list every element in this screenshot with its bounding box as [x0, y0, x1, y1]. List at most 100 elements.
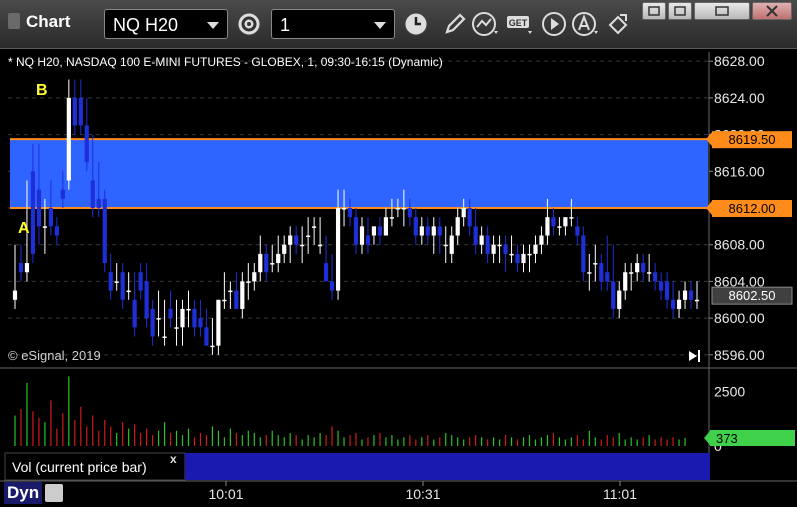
candle-body — [587, 272, 592, 274]
draw-button[interactable] — [440, 9, 470, 39]
volume-tick-label: 2500 — [714, 384, 745, 400]
candle-body — [641, 263, 646, 273]
candle-body — [12, 290, 18, 300]
chart-grid — [8, 52, 710, 480]
play-button[interactable] — [539, 9, 569, 39]
candle-body — [545, 217, 550, 236]
candle — [443, 226, 448, 264]
price-tick-label: 8628.00 — [714, 53, 765, 69]
candle — [682, 281, 688, 309]
move-button[interactable] — [605, 9, 635, 39]
candle — [78, 79, 83, 135]
candle-body — [180, 308, 185, 328]
candle — [670, 281, 676, 319]
volume-study-label[interactable]: Vol (current price bar) — [12, 459, 147, 475]
volume-current-label: 373 — [716, 431, 738, 446]
candle — [276, 235, 281, 273]
candle-body — [36, 189, 42, 227]
candle — [264, 244, 269, 282]
price-chart[interactable]: * NQ H20, NASDAQ 100 E-MINI FUTURES - GL… — [0, 48, 797, 507]
maximize-button[interactable] — [694, 2, 750, 20]
candle — [641, 253, 646, 282]
candle — [473, 208, 478, 254]
candle — [413, 208, 418, 245]
price-tick-label: 8596.00 — [714, 347, 765, 363]
candle-body — [347, 208, 353, 218]
candle-body — [395, 208, 400, 210]
chart-toolbar: Chart NQ H20 1 GET — [0, 0, 797, 49]
candle-body — [581, 235, 586, 273]
scroll-end-icon[interactable] — [689, 350, 700, 362]
candle — [12, 244, 18, 309]
candle — [676, 290, 682, 319]
gear-icon — [237, 12, 261, 36]
volume-series — [14, 376, 686, 446]
candle — [234, 272, 239, 309]
get-button[interactable]: GET — [506, 9, 536, 39]
candle — [605, 235, 610, 291]
zone-price-label: 8612.00 — [729, 201, 776, 216]
candle — [575, 217, 580, 245]
gear-button[interactable] — [234, 9, 264, 39]
candle-body — [306, 235, 311, 238]
candle — [192, 299, 197, 337]
lock-icon[interactable] — [45, 484, 63, 502]
candle — [371, 226, 377, 245]
candle-body — [611, 281, 616, 309]
restore-button[interactable] — [642, 2, 666, 20]
candle — [449, 226, 454, 264]
candle — [479, 226, 484, 254]
candle-body — [18, 263, 24, 273]
candle-body — [192, 308, 197, 328]
candle-body — [653, 272, 658, 282]
candle — [108, 253, 113, 300]
candle — [497, 235, 502, 264]
candle — [66, 79, 71, 190]
candle — [635, 253, 640, 282]
alert-button[interactable] — [572, 9, 602, 39]
candle-body — [479, 235, 484, 245]
candle-body — [665, 281, 670, 300]
candle — [599, 253, 604, 291]
candle — [539, 226, 544, 254]
price-tick-label: 8608.00 — [714, 237, 765, 253]
candle-body — [216, 299, 221, 346]
candle — [557, 217, 562, 236]
candle-body — [132, 299, 137, 328]
candle-body — [204, 327, 209, 346]
candle — [54, 217, 59, 245]
candle — [425, 217, 430, 245]
candle — [377, 217, 383, 245]
candle-body — [102, 198, 107, 264]
symbol-select[interactable]: NQ H20 — [104, 9, 228, 39]
close-button[interactable] — [752, 2, 792, 20]
candle-body — [467, 208, 472, 227]
drag-grip-icon[interactable] — [8, 13, 20, 29]
study-button[interactable] — [472, 9, 502, 39]
label-a: A — [18, 220, 30, 237]
candle — [186, 290, 191, 328]
clock-button[interactable] — [401, 9, 431, 39]
candle-body — [449, 235, 454, 254]
study-close-icon[interactable]: x — [170, 452, 177, 466]
support-resistance-zone[interactable] — [10, 139, 708, 208]
time-tick-label: 11:01 — [603, 486, 637, 502]
candle-body — [252, 272, 257, 282]
candlestick-series — [12, 79, 700, 355]
candle — [455, 208, 460, 245]
candle — [653, 263, 658, 291]
chart-header: * NQ H20, NASDAQ 100 E-MINI FUTURES - GL… — [8, 55, 443, 69]
candle-body — [694, 299, 700, 302]
candle-body — [617, 290, 622, 309]
candle-body — [647, 272, 652, 274]
minimize-button[interactable] — [668, 2, 692, 20]
candle — [419, 217, 424, 245]
candle — [647, 253, 652, 282]
dynamic-mode-button[interactable]: Dyn — [4, 482, 43, 504]
candle-body — [389, 217, 394, 219]
candle-body — [168, 308, 173, 319]
candle-body — [688, 290, 694, 300]
interval-select[interactable]: 1 — [271, 9, 395, 39]
candle-body — [670, 299, 676, 309]
candle-body — [138, 272, 143, 291]
